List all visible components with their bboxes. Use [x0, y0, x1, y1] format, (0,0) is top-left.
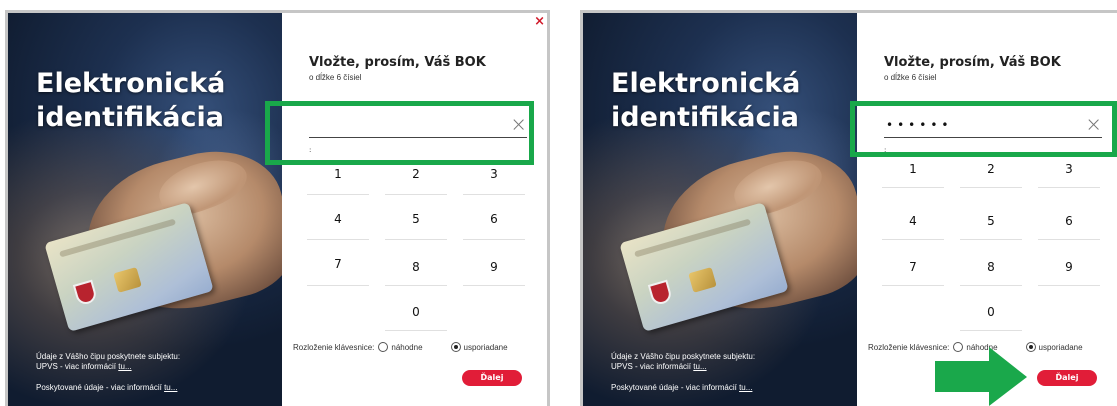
consent-info: Údaje z Vášho čipu poskytnete subjektu: … — [611, 352, 755, 372]
headline-line2: identifikácia — [611, 102, 799, 133]
form-subtitle: o dĺžke 6 čísiel — [884, 73, 937, 82]
eid-dialog-step2: Elektronická identifikácia Údaje z Vášho… — [580, 10, 1117, 406]
headline: Elektronická identifikácia — [36, 67, 276, 135]
arrow-right-icon — [935, 347, 1027, 406]
key-2[interactable]: 2 — [960, 157, 1022, 181]
key-0[interactable]: 0 — [960, 300, 1022, 324]
key-1[interactable]: 1 — [307, 162, 369, 186]
chip-icon — [113, 266, 142, 293]
close-icon[interactable]: × — [534, 15, 545, 28]
headline-line1: Elektronická — [36, 68, 226, 99]
key-3[interactable]: 3 — [463, 162, 525, 186]
key-0[interactable]: 0 — [385, 300, 447, 324]
key-2[interactable]: 2 — [385, 162, 447, 186]
eid-dialog-step1: Elektronická identifikácia Údaje z Vášho… — [5, 10, 550, 406]
key-9[interactable]: 9 — [1038, 255, 1100, 279]
key-7[interactable]: 7 — [882, 255, 944, 279]
key-5[interactable]: 5 — [960, 209, 1022, 233]
provided-data-text: Poskytované údaje - viac informácií — [36, 383, 162, 392]
provided-data-info: Poskytované údaje - viac informácií tu..… — [36, 383, 177, 393]
option-ordered-label[interactable]: usporiadane — [1039, 343, 1083, 352]
consent-text: Údaje z Vášho čipu poskytnete subjektu: — [611, 352, 756, 361]
headline: Elektronická identifikácia — [611, 67, 851, 135]
option-random-label[interactable]: náhodne — [391, 343, 422, 352]
upvs-info-link[interactable]: tu... — [693, 362, 706, 371]
headline-line1: Elektronická — [611, 68, 801, 99]
key-3[interactable]: 3 — [1038, 157, 1100, 181]
form-title: Vložte, prosím, Váš BOK — [309, 55, 486, 70]
next-button[interactable]: Ďalej — [462, 370, 522, 386]
next-button[interactable]: Ďalej — [1037, 370, 1097, 386]
upvs-info-text: UPVS - viac informácií — [36, 362, 117, 371]
pin-field-highlight — [850, 101, 1117, 157]
key-7[interactable]: 7 — [307, 252, 369, 276]
pin-field-highlight — [265, 101, 534, 165]
id-card-photo: Elektronická identifikácia Údaje z Vášho… — [583, 13, 857, 406]
upvs-info-text: UPVS - viac informácií — [611, 362, 692, 371]
form-title: Vložte, prosím, Váš BOK — [884, 55, 1061, 70]
key-4[interactable]: 4 — [307, 207, 369, 231]
id-card-image — [619, 202, 789, 332]
pin-form: × Vložte, prosím, Váš BOK o dĺžke 6 čísi… — [282, 13, 547, 406]
form-subtitle: o dĺžke 6 čísiel — [309, 73, 362, 82]
key-5[interactable]: 5 — [385, 207, 447, 231]
provided-data-link[interactable]: tu... — [739, 383, 752, 392]
key-8[interactable]: 8 — [960, 255, 1022, 279]
provided-data-text: Poskytované údaje - viac informácií — [611, 383, 737, 392]
consent-info: Údaje z Vášho čipu poskytnete subjektu: … — [36, 352, 180, 372]
provided-data-link[interactable]: tu... — [164, 383, 177, 392]
key-6[interactable]: 6 — [1038, 209, 1100, 233]
keyboard-layout-label: Rozloženie klávesnice: — [293, 342, 375, 352]
consent-text: Údaje z Vášho čipu poskytnete subjektu: — [36, 352, 181, 361]
radio-ordered[interactable] — [1025, 342, 1036, 352]
key-9[interactable]: 9 — [463, 255, 525, 279]
radio-random[interactable] — [378, 342, 389, 352]
option-ordered-label[interactable]: usporiadane — [464, 343, 508, 352]
radio-ordered[interactable] — [450, 342, 461, 352]
id-card-photo: Elektronická identifikácia Údaje z Vášho… — [8, 13, 282, 406]
keyboard-layout-row: Rozloženie klávesnice: náhodne usporiada… — [293, 342, 508, 352]
provided-data-info: Poskytované údaje - viac informácií tu..… — [611, 383, 752, 393]
coat-of-arms-icon — [647, 279, 674, 307]
key-1[interactable]: 1 — [882, 157, 944, 181]
chip-icon — [688, 266, 717, 293]
id-card-image — [44, 202, 214, 332]
key-4[interactable]: 4 — [882, 209, 944, 233]
key-8[interactable]: 8 — [385, 255, 447, 279]
upvs-info-link[interactable]: tu... — [118, 362, 131, 371]
key-6[interactable]: 6 — [463, 207, 525, 231]
coat-of-arms-icon — [72, 279, 99, 307]
headline-line2: identifikácia — [36, 102, 224, 133]
